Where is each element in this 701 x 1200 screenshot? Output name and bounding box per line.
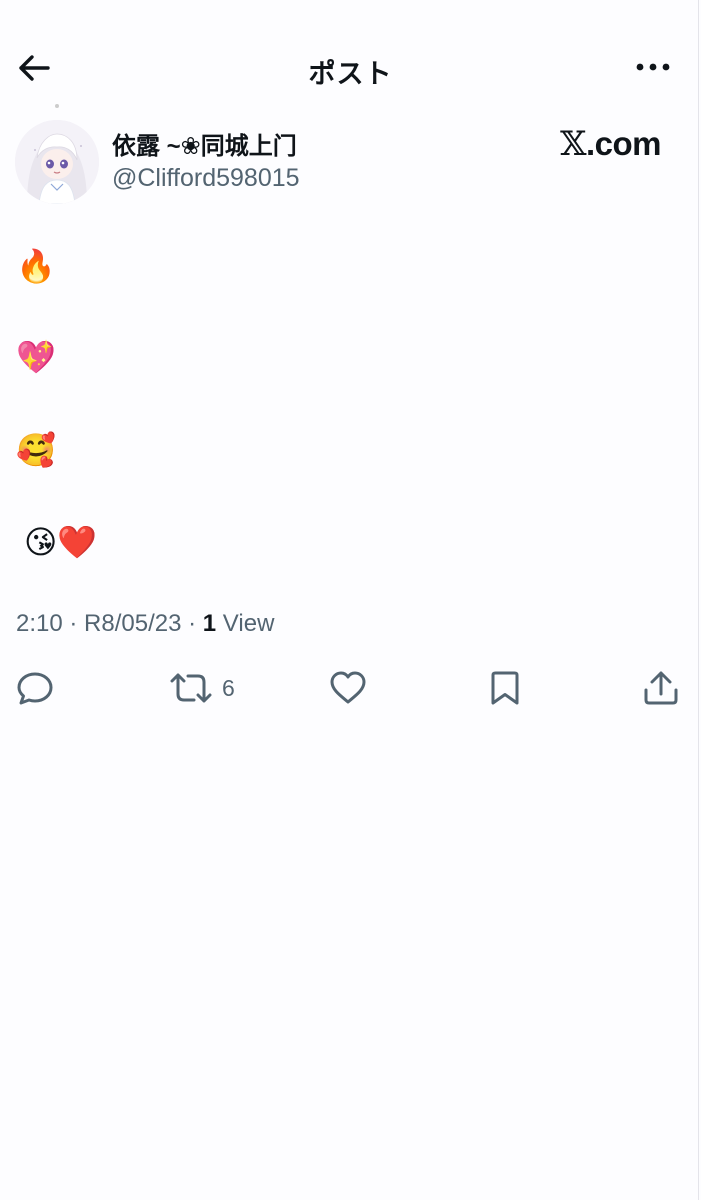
bookmark-icon (488, 670, 522, 706)
views-label: View (216, 610, 275, 637)
x-com-watermark: 𝕏.com (560, 124, 661, 164)
x-domain-suffix: .com (585, 125, 662, 162)
avatar-decoration-dot (55, 104, 59, 108)
author-handle[interactable]: @Clifford598015 (112, 164, 300, 193)
meta-separator: · (62, 610, 85, 637)
views-link[interactable]: 1 View (203, 610, 275, 637)
bookmark-button[interactable] (488, 668, 522, 708)
post-metadata: 2:10 · R8/05/23 · 1 View (16, 610, 274, 638)
more-options-button[interactable] (629, 52, 677, 82)
post-text-line-3: 🥰 (16, 431, 56, 469)
top-navigation-bar: ポスト (0, 38, 701, 98)
reply-button[interactable] (16, 668, 54, 708)
like-button[interactable] (329, 668, 367, 708)
repost-button[interactable]: 6 (170, 668, 235, 708)
author-display-name[interactable]: 依露 ~❀同城上门 (112, 126, 297, 161)
post-date: R8/05/23 (84, 610, 182, 637)
share-button[interactable] (643, 668, 679, 708)
avatar-image (15, 120, 99, 204)
post-text-line-1: 🔥 (16, 247, 56, 285)
x-logo-letter: 𝕏 (560, 124, 586, 164)
avatar[interactable] (15, 120, 99, 204)
post-time: 2:10 (16, 610, 63, 637)
heart-icon (329, 670, 367, 706)
repost-icon (170, 670, 212, 706)
post-text-line-2: 💖 (16, 338, 56, 376)
post-author: 依露 ~❀同城上门 @Clifford598015 𝕏.com (0, 104, 701, 212)
post-text-line-4: 😘❤️ (24, 523, 98, 561)
post-action-bar: 6 (0, 664, 701, 714)
reply-icon (16, 670, 54, 706)
more-horizontal-icon (636, 63, 670, 71)
repost-count: 6 (222, 674, 235, 701)
page-title: ポスト (308, 59, 393, 89)
meta-separator: · (181, 610, 203, 637)
views-count: 1 (202, 610, 217, 637)
share-icon (643, 670, 679, 706)
